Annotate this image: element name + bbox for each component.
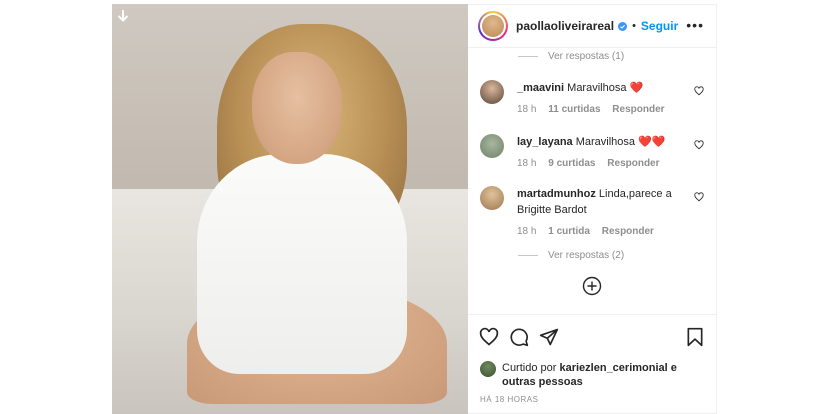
verified-icon — [618, 21, 628, 31]
comment-likes[interactable]: 1 curtida — [548, 226, 590, 237]
heart-emoji: ❤️ — [629, 82, 644, 94]
download-icon[interactable] — [116, 9, 130, 25]
owner-avatar[interactable] — [478, 11, 508, 41]
comment-meta: 18 h 1 curtida Responder — [517, 226, 663, 237]
owner-username[interactable]: paollaoliveirareal — [516, 19, 614, 33]
commenter-avatar[interactable] — [480, 80, 504, 104]
post-modal: paollaoliveirareal • Seguir ••• Ver resp… — [0, 0, 828, 414]
commenter-avatar[interactable] — [480, 186, 504, 210]
liked-by-text: Curtido por kariezlen_cerimonial e outra… — [502, 361, 692, 389]
post-header: paollaoliveirareal • Seguir ••• — [468, 5, 716, 48]
comment-text: Maravilhosa — [575, 136, 636, 148]
comment-list: Ver respostas (1) _maavini Maravilhosa ❤… — [468, 48, 716, 314]
comment-likes[interactable]: 9 curtidas — [548, 158, 595, 169]
heart-icon[interactable] — [694, 140, 704, 150]
liker-avatar[interactable] — [480, 361, 496, 377]
reply-button[interactable]: Responder — [607, 158, 659, 169]
comment-item: _maavini Maravilhosa ❤️ 18 h 11 curtidas… — [480, 80, 710, 120]
reply-button[interactable]: Responder — [602, 226, 654, 237]
photo-shirt — [197, 154, 407, 374]
heart-icon[interactable] — [479, 327, 499, 347]
liked-by-prefix: Curtido por — [502, 362, 557, 374]
comment-likes[interactable]: 11 curtidas — [548, 104, 600, 115]
post-actions: Curtido por kariezlen_cerimonial e outra… — [468, 314, 716, 414]
comment-text: Maravilhosa — [567, 82, 627, 94]
view-replies-label: Ver respostas (2) — [548, 250, 625, 261]
more-options-icon[interactable]: ••• — [686, 17, 704, 33]
photo-face — [252, 52, 342, 164]
commenter-avatar[interactable] — [480, 134, 504, 158]
post-photo[interactable] — [112, 4, 468, 414]
comment-time: 18 h — [517, 226, 537, 237]
view-replies-bottom[interactable]: Ver respostas (2) — [518, 250, 624, 261]
bookmark-icon[interactable] — [685, 327, 705, 347]
heart-emoji: ❤️❤️ — [638, 136, 666, 148]
heart-icon[interactable] — [694, 192, 704, 202]
comment-username[interactable]: martadmunhoz — [517, 188, 596, 200]
comment-item: lay_layana Maravilhosa ❤️❤️ 18 h 9 curti… — [480, 134, 710, 174]
comment-time: 18 h — [517, 104, 537, 115]
comment-meta: 18 h 11 curtidas Responder — [517, 104, 674, 115]
header-separator: • — [632, 20, 636, 32]
comment-item: martadmunhoz Linda,parece a Brigitte Bar… — [480, 186, 710, 242]
liked-by: Curtido por kariezlen_cerimonial e outra… — [480, 361, 692, 389]
view-replies-label: Ver respostas (1) — [548, 51, 625, 62]
post-timestamp[interactable]: HÁ 18 HORAS — [480, 395, 538, 404]
liker-username[interactable]: kariezlen_cerimonial — [559, 362, 667, 374]
comment-meta: 18 h 9 curtidas Responder — [517, 158, 669, 169]
share-icon[interactable] — [539, 327, 559, 347]
reply-button[interactable]: Responder — [612, 104, 664, 115]
comment-username[interactable]: _maavini — [517, 82, 564, 94]
follow-button[interactable]: Seguir — [641, 19, 678, 33]
comment-time: 18 h — [517, 158, 537, 169]
add-circle-icon[interactable] — [582, 276, 602, 296]
view-replies-top[interactable]: Ver respostas (1) — [518, 51, 624, 62]
comment-username[interactable]: lay_layana — [517, 136, 573, 148]
post-sidebar: paollaoliveirareal • Seguir ••• Ver resp… — [468, 4, 717, 414]
heart-icon[interactable] — [694, 86, 704, 96]
comment-icon[interactable] — [509, 327, 529, 347]
